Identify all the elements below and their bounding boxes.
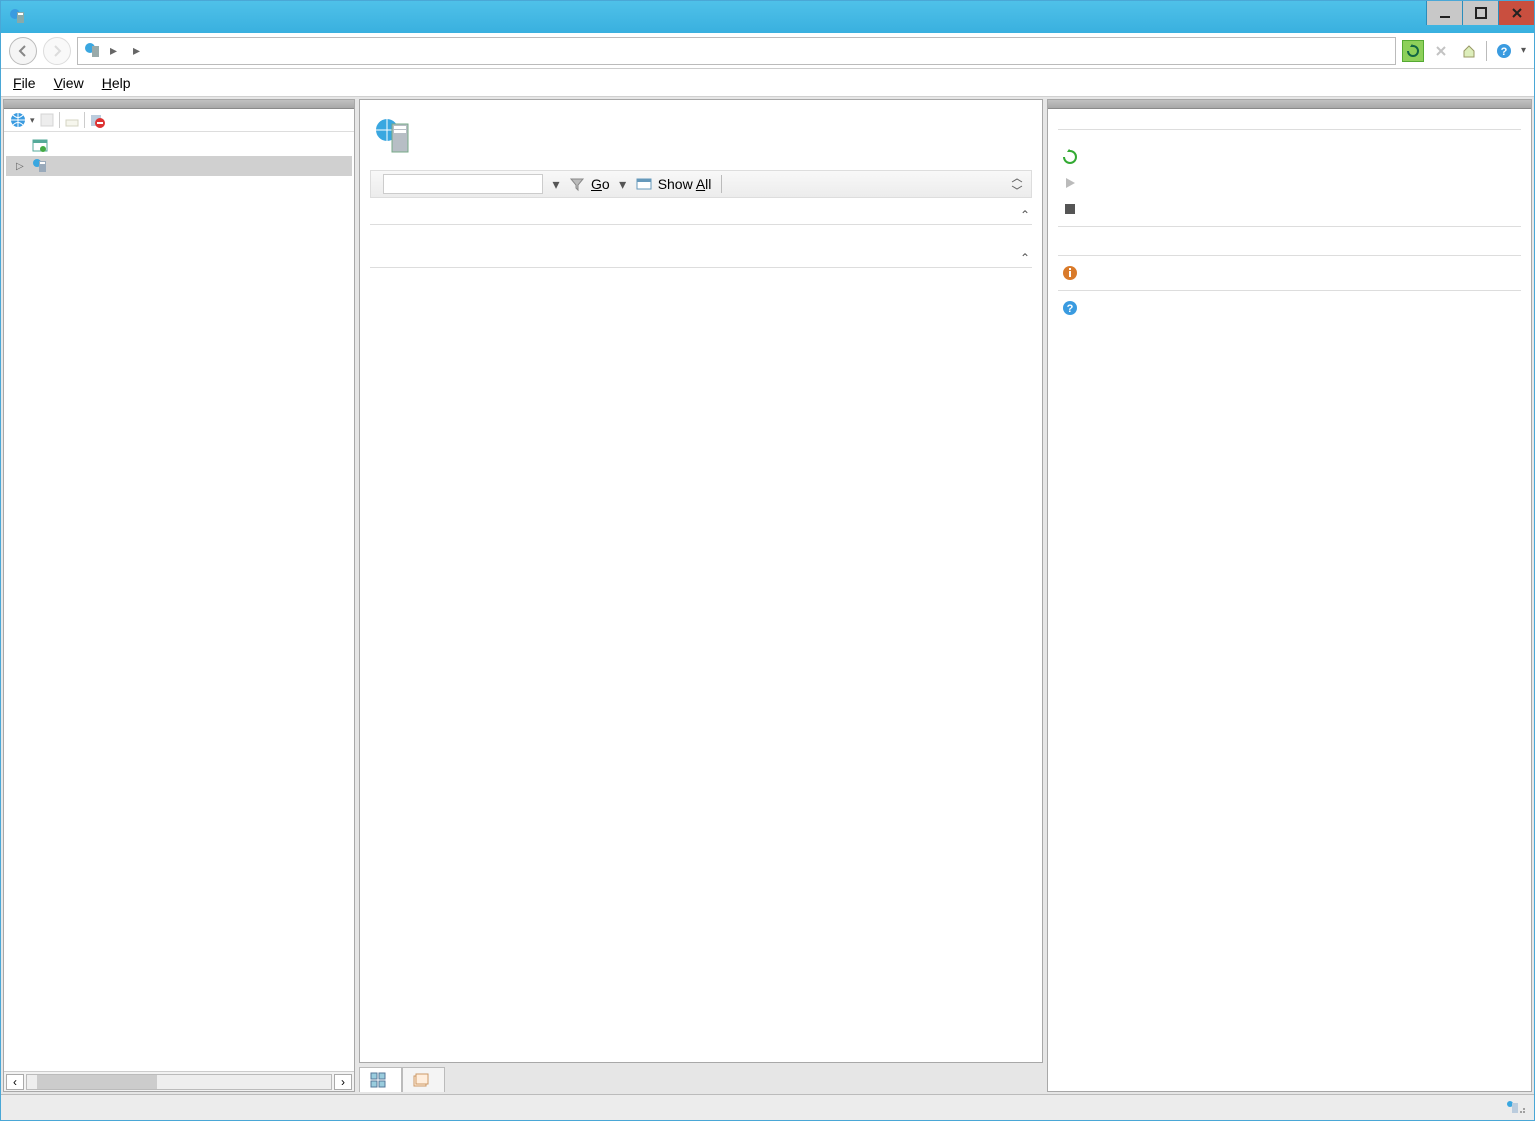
filter-input[interactable] <box>383 174 543 194</box>
action-restart[interactable] <box>1058 144 1521 170</box>
group-iis: ⌃ <box>370 202 1032 225</box>
status-grip-icon <box>1506 1100 1526 1116</box>
tree-start-page[interactable] <box>6 136 352 156</box>
go-dropdown-icon[interactable]: ▾ <box>616 176 630 193</box>
tab-features-view[interactable] <box>359 1067 402 1092</box>
tab-content-view[interactable] <box>402 1067 445 1092</box>
start-icon <box>1062 175 1078 191</box>
help-icon: ? <box>1062 300 1078 316</box>
scroll-left-icon[interactable]: ‹ <box>6 1074 24 1090</box>
features-view-icon <box>370 1072 386 1088</box>
connections-tree[interactable]: ▷ <box>4 132 354 1071</box>
action-open-feature[interactable] <box>1058 115 1521 125</box>
connections-header <box>4 100 354 109</box>
globe-icon[interactable] <box>10 112 26 128</box>
home-icon[interactable] <box>1458 40 1480 62</box>
filter-dropdown-icon[interactable]: ▾ <box>549 176 563 193</box>
svg-text:?: ? <box>1067 303 1074 315</box>
close-button[interactable] <box>1498 1 1534 25</box>
horizontal-scrollbar[interactable]: ‹ › <box>4 1071 354 1091</box>
action-manage-server-header <box>1058 134 1521 144</box>
stop-icon <box>1062 201 1078 217</box>
status-bar <box>1 1094 1534 1120</box>
connections-toolbar: ▾ <box>4 109 354 132</box>
refresh-icon[interactable] <box>1402 40 1424 62</box>
go-funnel-icon[interactable] <box>569 176 585 192</box>
page-title-row <box>370 106 1032 170</box>
menu-bar: File View Help <box>1 69 1534 97</box>
save-icon <box>39 112 55 128</box>
breadcrumb-separator-icon: ▸ <box>133 42 140 59</box>
go-label[interactable]: Go <box>591 176 610 192</box>
info-icon <box>1062 265 1078 281</box>
app-icon <box>9 8 27 26</box>
menu-help[interactable]: Help <box>102 75 131 91</box>
group-management: ⌃ <box>370 245 1032 268</box>
filter-expand-icon[interactable] <box>1009 176 1025 192</box>
navigation-row: ▸ ▸ ? ▾ <box>1 33 1534 69</box>
cancel-icon <box>1430 40 1452 62</box>
stop-connection-icon[interactable] <box>89 112 105 128</box>
scroll-right-icon[interactable]: › <box>334 1074 352 1090</box>
maximize-button[interactable] <box>1462 1 1498 25</box>
server-home-icon <box>374 116 414 156</box>
scroll-thumb[interactable] <box>37 1075 157 1089</box>
action-help[interactable]: ? <box>1058 295 1521 321</box>
up-icon <box>64 112 80 128</box>
view-tabs <box>359 1067 1043 1092</box>
action-stop[interactable] <box>1058 196 1521 222</box>
connections-panel: ▾ ▷ ‹ › <box>3 99 355 1092</box>
filter-toolbar: ▾ Go ▾ Show All <box>370 170 1032 198</box>
menu-file[interactable]: File <box>13 75 36 91</box>
action-view-pools[interactable] <box>1058 231 1521 241</box>
show-all-icon[interactable] <box>636 176 652 192</box>
action-view-sites[interactable] <box>1058 241 1521 251</box>
collapse-icon[interactable]: ⌃ <box>1020 208 1030 222</box>
menu-view[interactable]: View <box>54 75 84 91</box>
restart-icon <box>1062 149 1078 165</box>
show-all-label[interactable]: Show All <box>658 176 712 192</box>
content-view-icon <box>413 1072 429 1088</box>
scroll-track[interactable] <box>26 1074 332 1090</box>
forward-button[interactable] <box>43 37 71 65</box>
breadcrumb-separator-icon: ▸ <box>110 42 117 59</box>
server-icon <box>32 158 48 174</box>
server-icon <box>84 42 102 60</box>
breadcrumb[interactable]: ▸ ▸ <box>77 37 1396 65</box>
help-icon[interactable]: ? <box>1493 40 1515 62</box>
start-page-icon <box>32 138 48 154</box>
svg-text:?: ? <box>1501 46 1508 58</box>
collapse-icon[interactable]: ⌃ <box>1020 251 1030 265</box>
title-bar <box>1 1 1534 33</box>
minimize-button[interactable] <box>1426 1 1462 25</box>
tree-server-node[interactable]: ▷ <box>6 156 352 176</box>
main-content: ▾ Go ▾ Show All ⌃ ⌃ <box>359 99 1043 1063</box>
actions-header <box>1048 100 1531 109</box>
actions-panel: ? <box>1047 99 1532 1092</box>
back-button[interactable] <box>9 37 37 65</box>
tree-expander-icon[interactable]: ▷ <box>16 161 28 172</box>
action-get-components[interactable] <box>1058 260 1521 286</box>
action-start <box>1058 170 1521 196</box>
